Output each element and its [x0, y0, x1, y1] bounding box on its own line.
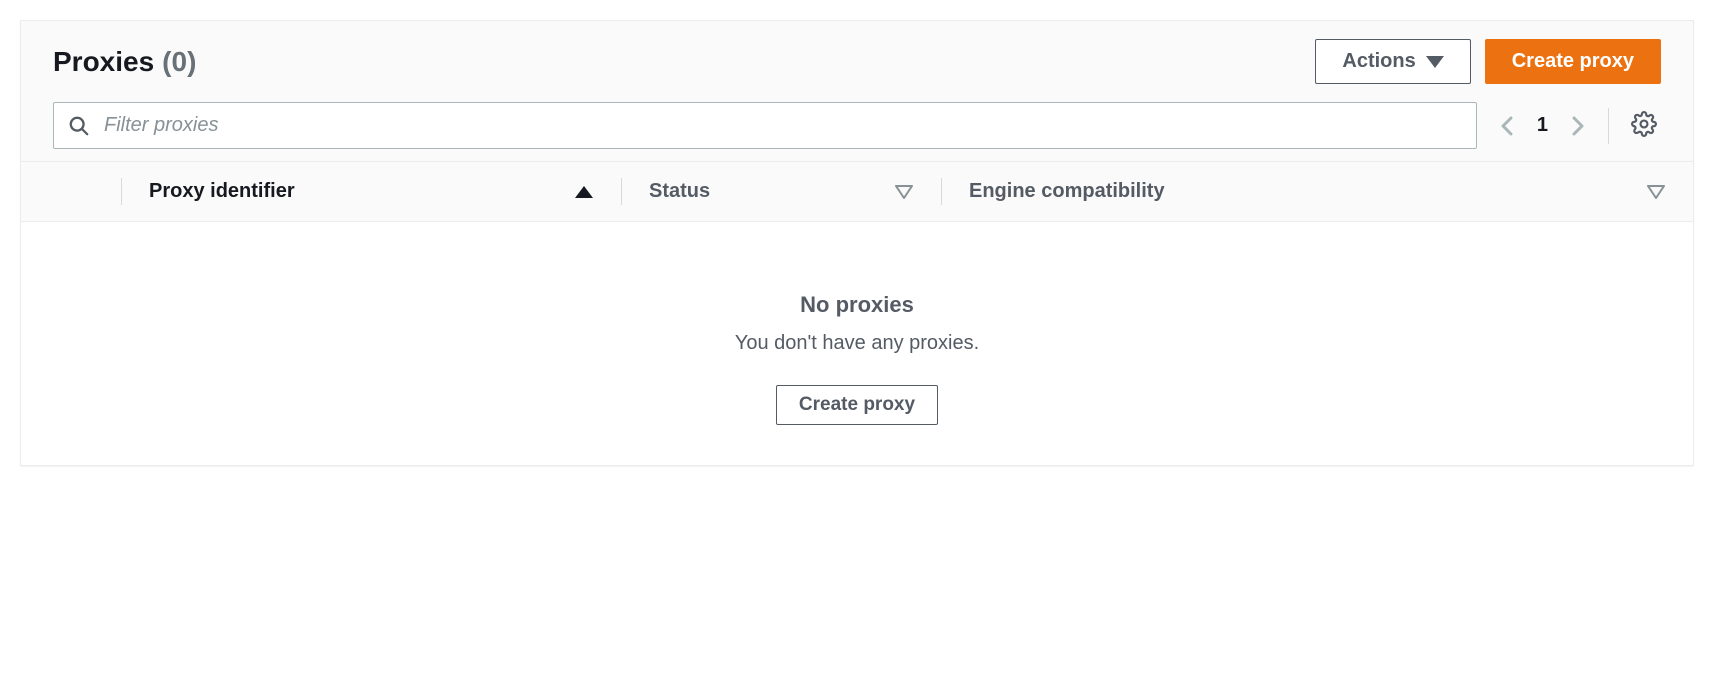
chevron-left-icon [1499, 114, 1515, 138]
sort-ascending-icon [575, 186, 593, 198]
actions-label: Actions [1342, 50, 1415, 73]
filter-input[interactable] [102, 113, 1462, 138]
empty-title: No proxies [41, 292, 1673, 318]
column-label: Proxy identifier [149, 180, 295, 203]
header-filter-row: 1 [53, 102, 1661, 149]
create-proxy-label: Create proxy [1512, 50, 1634, 73]
panel-header: Proxies (0) Actions Create proxy [21, 21, 1693, 162]
empty-create-proxy-button[interactable]: Create proxy [776, 385, 938, 425]
header-actions: Actions Create proxy [1315, 39, 1661, 84]
empty-subtitle: You don't have any proxies. [41, 332, 1673, 355]
filter-input-wrap[interactable] [53, 102, 1477, 149]
column-label: Status [649, 180, 710, 203]
item-count: (0) [162, 46, 196, 78]
next-page-button[interactable] [1566, 110, 1590, 142]
table-header-row: Proxy identifier Status Engine compatibi… [21, 162, 1693, 222]
column-select[interactable] [21, 162, 121, 221]
column-proxy-identifier[interactable]: Proxy identifier [121, 162, 621, 221]
page-title: Proxies [53, 46, 154, 78]
gear-icon [1631, 111, 1657, 137]
proxies-panel: Proxies (0) Actions Create proxy [20, 20, 1694, 466]
search-icon [68, 115, 90, 137]
column-label: Engine compatibility [969, 180, 1165, 203]
caret-down-icon [1426, 56, 1444, 68]
divider [1608, 108, 1609, 144]
header-title-row: Proxies (0) Actions Create proxy [53, 39, 1661, 84]
sort-none-icon [1647, 185, 1665, 199]
prev-page-button[interactable] [1495, 110, 1519, 142]
sort-none-icon [895, 185, 913, 199]
chevron-right-icon [1570, 114, 1586, 138]
actions-dropdown-button[interactable]: Actions [1315, 39, 1470, 84]
column-engine-compatibility[interactable]: Engine compatibility [941, 162, 1693, 221]
column-status[interactable]: Status [621, 162, 941, 221]
pagination: 1 [1495, 110, 1590, 142]
settings-button[interactable] [1627, 107, 1661, 144]
current-page: 1 [1537, 114, 1548, 137]
create-proxy-button[interactable]: Create proxy [1485, 39, 1661, 84]
title-wrap: Proxies (0) [53, 46, 196, 78]
empty-create-label: Create proxy [799, 394, 915, 416]
empty-state: No proxies You don't have any proxies. C… [21, 222, 1693, 465]
